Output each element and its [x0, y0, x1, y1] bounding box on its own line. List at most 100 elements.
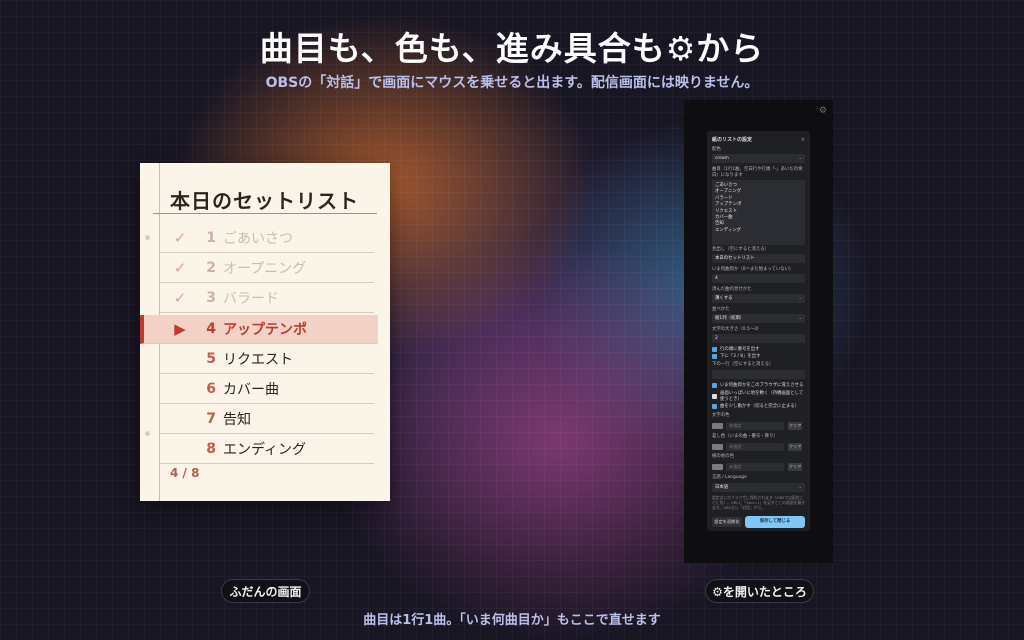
palette-select[interactable]: cream ⌄ — [712, 154, 805, 163]
order-label: 並べかた — [712, 307, 730, 312]
numbers-checkbox[interactable]: 行の頭に番号を出す — [712, 347, 807, 353]
remember-checkbox[interactable]: いま何曲目かをこのブラウザに覚えさせる — [712, 383, 807, 389]
bg-color-input[interactable]: 未指定 — [726, 463, 784, 471]
heading-label: 見出し（空にすると消える） — [712, 247, 769, 252]
caption-normal-view: ふだんの画面 — [221, 579, 310, 603]
checkbox-checked-icon — [712, 404, 717, 410]
setlist-row: ✓ 2 オープニング — [160, 254, 374, 284]
order-select[interactable]: 縦1列（初期） ⌄ — [712, 314, 805, 323]
settings-title: 紙のリストの設定 — [712, 137, 753, 143]
play-icon: ▶ — [174, 319, 186, 338]
title-rule — [153, 213, 377, 214]
checkbox-checked-icon — [712, 347, 717, 353]
bottom-line-label: 下の一行（空にすると消える） — [712, 362, 774, 367]
song-number: 4 — [206, 320, 216, 337]
footer-note: 曲目は1行1曲。「いま何曲目か」もここで直せます — [363, 613, 661, 628]
songs-label: 曲目（1行1曲。空白行や行頭「-」あいだの余白）になります — [712, 167, 803, 178]
page-title: 曲目も、色も、進み具合も⚙から — [259, 29, 765, 68]
song-number: 3 — [206, 290, 216, 307]
anim-checkbox[interactable]: 曲を少し動かす（切ると完全に止まる） — [712, 404, 807, 410]
setlist-row: 8 エンディング — [160, 435, 374, 465]
anim-checkbox-label: 曲を少し動かす（切ると完全に止まる） — [720, 404, 800, 409]
size-input[interactable]: 2 — [712, 334, 805, 343]
setlist-row: 7 告知 — [160, 405, 374, 435]
fill-checkbox-label: 画面いっぱいに地を敷く（待機画面として使うとき） — [720, 391, 804, 402]
song-title: カバー曲 — [223, 381, 279, 398]
setlist-row: ▶ 4 アップテンポ — [140, 314, 378, 344]
chevron-down-icon: ⌄ — [798, 315, 802, 321]
checkbox-unchecked-icon — [712, 394, 717, 399]
chevron-down-icon: ⌄ — [798, 295, 802, 301]
setlist-title: 本日のセットリスト — [170, 189, 359, 213]
current-label: いま何曲目か（0＝まだ始まっていない） — [712, 267, 794, 272]
check-icon: ✓ — [173, 229, 187, 247]
settings-panel: 紙のリストの設定 × 配色 cream ⌄ 曲目（1行1曲。空白行や行頭「-」あい… — [707, 131, 810, 531]
page-subtitle: OBSの「対話」で画面にマウスを乗せると出ます。配信画面には映りません。 — [265, 75, 759, 91]
check-icon: ✓ — [173, 259, 187, 278]
order-value: 縦1列（初期） — [715, 315, 745, 321]
gear-icon[interactable]: ⚙ — [819, 106, 827, 116]
song-title: エンディング — [223, 442, 307, 459]
song-title: ごあいさつ — [223, 231, 293, 247]
checkbox-checked-icon — [712, 383, 717, 389]
done-style-value: 薄くする — [715, 295, 733, 301]
size-label: 文字の大きさ（0.5〜3） — [712, 327, 762, 332]
close-icon[interactable]: × — [801, 137, 805, 143]
save-close-button[interactable]: 保存して閉じる — [745, 516, 805, 528]
done-style-select[interactable]: 薄くする ⌄ — [712, 294, 805, 303]
song-title: アップテンポ — [223, 321, 307, 338]
setlist-progress: 4 / 8 — [170, 466, 200, 480]
palette-label: 配色 — [712, 147, 721, 152]
song-number: 8 — [206, 441, 216, 458]
current-input[interactable]: 4 — [712, 274, 805, 283]
caption-settings-view: ⚙を開いたところ — [705, 579, 814, 603]
bottom-line-input[interactable] — [712, 370, 805, 379]
song-number: 7 — [206, 411, 216, 428]
text-color-clear-button[interactable]: クリア — [788, 422, 802, 430]
count-checkbox-label: 下に「3 / 8」を出す — [720, 354, 761, 359]
text-color-row: 未指定 クリア — [712, 422, 807, 430]
numbers-checkbox-label: 行の頭に番号を出す — [720, 347, 760, 352]
color-swatch[interactable] — [712, 464, 723, 470]
color-swatch[interactable] — [712, 423, 723, 429]
text-color-input[interactable]: 未指定 — [726, 422, 784, 430]
setlist-row: 6 カバー曲 — [160, 375, 374, 404]
setlist-row: ✓ 1 ごあいさつ — [160, 224, 374, 253]
checkbox-checked-icon — [712, 354, 717, 360]
done-style-label: 済んだ曲の見せかた — [712, 287, 752, 292]
bg-color-row: 未指定 クリア — [712, 463, 807, 471]
songs-textarea[interactable]: ごあいさつ オープニング バラード アップテンポ リクエスト カバー曲 告知 エ… — [712, 180, 805, 245]
heading-input[interactable]: 本日のセットリスト — [712, 254, 805, 263]
song-title: オープニング — [223, 261, 307, 278]
chevron-down-icon: ⌄ — [798, 484, 802, 490]
accent-color-clear-button[interactable]: クリア — [788, 443, 802, 451]
remember-checkbox-label: いま何曲目かをこのブラウザに覚えさせる — [720, 383, 804, 388]
language-select[interactable]: 日本語 ⌄ — [712, 483, 805, 492]
bg-color-label: 紙の地の色 — [712, 454, 734, 459]
setlist-row: ✓ 3 バラード — [160, 284, 374, 314]
count-checkbox[interactable]: 下に「3 / 8」を出す — [712, 354, 807, 360]
accent-color-input[interactable]: 未指定 — [726, 443, 784, 451]
accent-color-row: 未指定 クリア — [712, 443, 807, 451]
paper-hole — [145, 235, 150, 240]
settings-note: 設定はこのブラウザに保存されます（OBSでは配信ごとに別）。URLに「?set=… — [712, 495, 806, 511]
setlist-row: 5 リクエスト — [160, 345, 374, 374]
color-swatch[interactable] — [712, 444, 723, 450]
song-title: バラード — [223, 291, 279, 308]
text-color-label: 文字の色 — [712, 413, 730, 418]
song-number: 1 — [206, 230, 216, 246]
fill-checkbox[interactable]: 画面いっぱいに地を敷く（待機画面として使うとき） — [712, 391, 807, 402]
song-title: 告知 — [223, 412, 251, 429]
bg-color-clear-button[interactable]: クリア — [788, 463, 802, 471]
chevron-down-icon: ⌄ — [798, 155, 802, 161]
language-label: 言語 / Language — [712, 475, 747, 480]
check-icon: ✓ — [173, 289, 187, 308]
reset-button[interactable]: 設定を初期化 — [712, 517, 742, 527]
language-value: 日本語 — [715, 484, 729, 490]
paper-hole — [145, 431, 150, 436]
song-number: 2 — [206, 260, 216, 277]
song-number: 6 — [206, 380, 216, 397]
setlist-paper: 本日のセットリスト ✓ 1 ごあいさつ ✓ 2 オープニング ✓ 3 バラード ▶ 4 アップテンポ 5… — [140, 163, 390, 501]
setlist-rows: ✓ 1 ごあいさつ ✓ 2 オープニング ✓ 3 バラード ▶ 4 アップテンポ 5 リクエスト 6 カバー曲… — [140, 224, 378, 466]
song-title: リクエスト — [223, 351, 293, 368]
